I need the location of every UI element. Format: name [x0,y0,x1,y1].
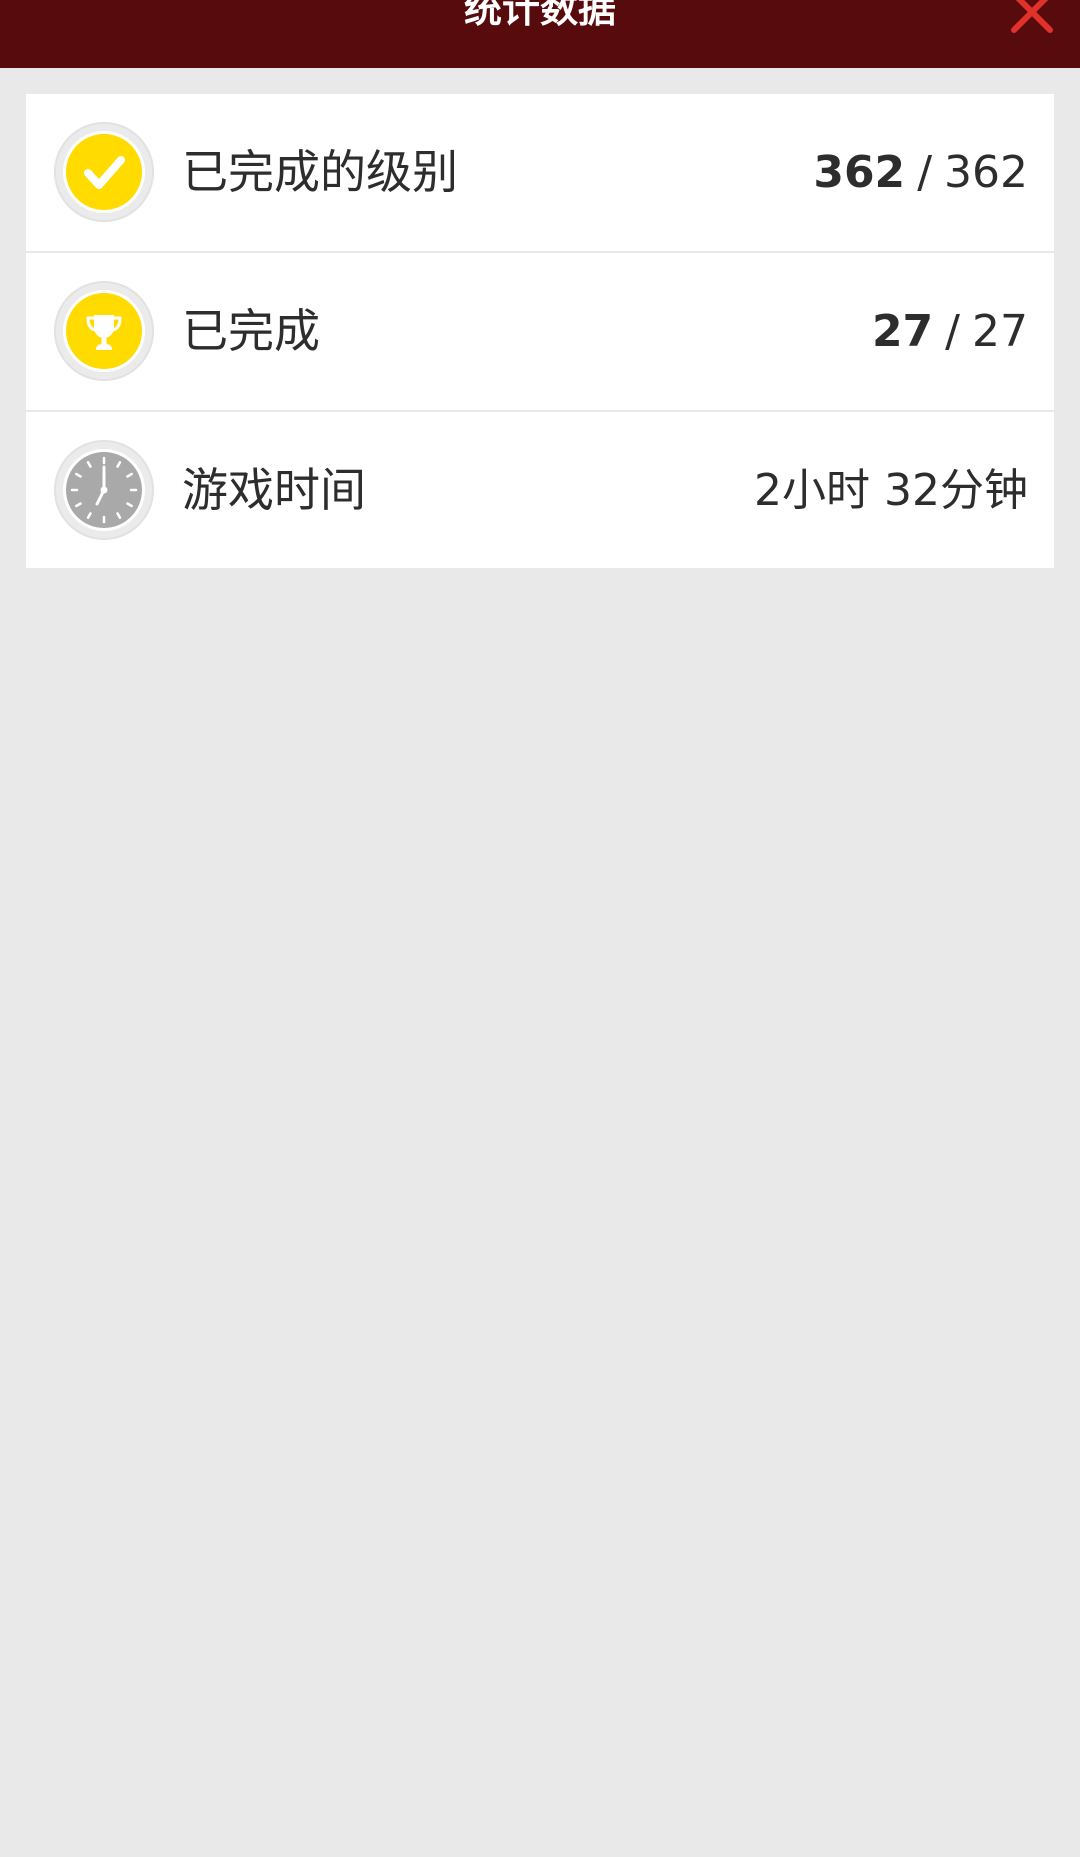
stat-value: 27/27 [872,253,1028,410]
stat-row-completed: 已完成 27/27 [26,253,1054,410]
stat-value: 2小时 32分钟 [754,465,1028,516]
stat-value: 362/362 [813,94,1028,251]
close-button[interactable] [1002,0,1062,42]
page-title: 统计数据 [463,0,616,31]
completed-levels-badge [54,122,154,222]
stat-separator: / [945,306,960,357]
checkmark-icon [84,156,125,189]
completed-badge [54,281,154,381]
stat-total: 362 [944,147,1028,198]
stat-separator: / [917,147,933,198]
stat-label: 已完成的级别 [182,145,458,199]
stat-row-completed-levels: 已完成的级别 362/362 [26,94,1054,251]
trophy-icon [86,315,122,350]
stats-list: 已完成的级别 362/362 已完成 27/27 游戏时间 2小时 32分钟 [26,94,1054,568]
close-icon [1011,0,1053,33]
stat-label: 已完成 [182,304,320,358]
stat-row-play-time: 游戏时间 2小时 32分钟 [26,412,1054,568]
play-time-badge [54,440,154,540]
top-bar: 统计数据 [0,0,1080,68]
stat-label: 游戏时间 [182,463,366,517]
stat-total: 27 [972,306,1028,357]
stat-current: 362 [813,147,906,198]
stat-current: 27 [871,306,934,357]
clock-icon [70,456,138,524]
